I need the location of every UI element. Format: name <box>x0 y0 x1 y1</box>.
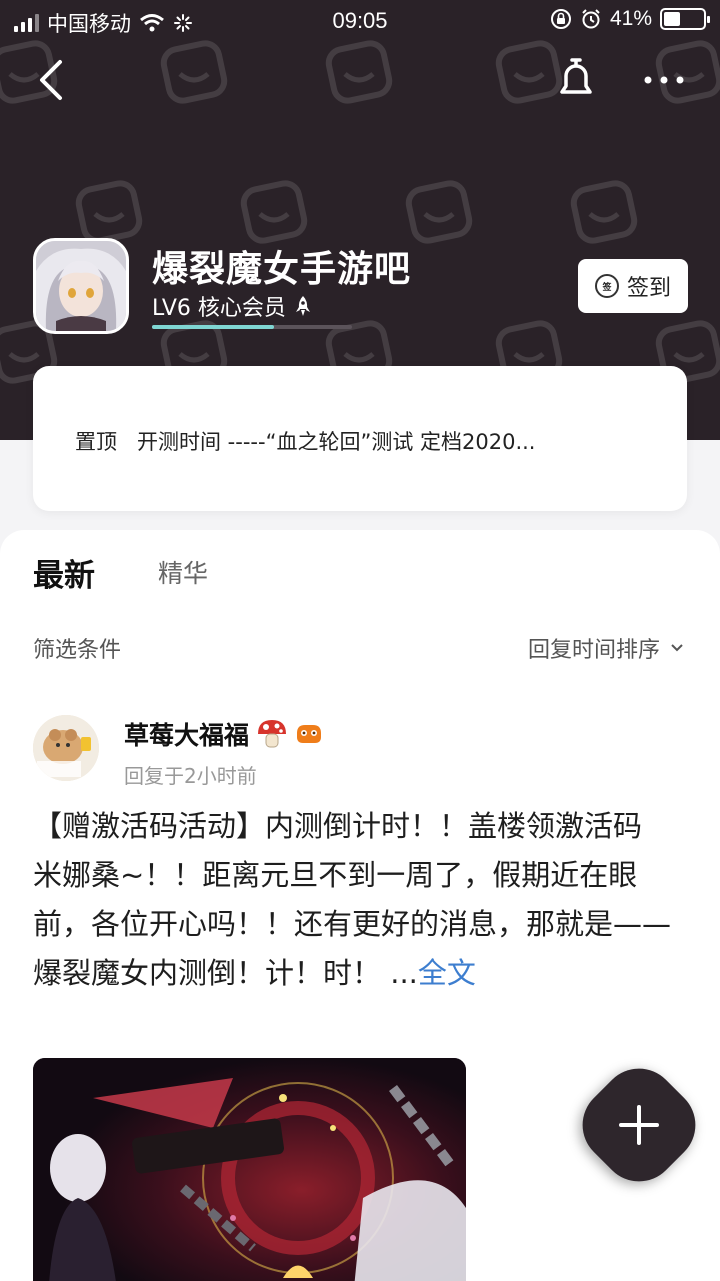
mushroom-badge-icon <box>258 720 287 748</box>
post-author-avatar[interactable] <box>33 715 99 781</box>
battery-percent: 41% <box>609 7 652 30</box>
post-image[interactable] <box>33 1058 466 1281</box>
member-level[interactable]: LV6 核心会员 <box>152 290 312 322</box>
sort-label: 回复时间排序 <box>527 638 660 663</box>
alarm-icon <box>582 9 600 29</box>
pattern-tile-icon <box>325 40 393 104</box>
pattern-tile-icon <box>405 180 473 244</box>
tab-latest[interactable]: 最新 <box>33 550 95 595</box>
forum-avatar-image <box>36 241 126 331</box>
author-avatar-image <box>33 715 99 781</box>
sort-dropdown[interactable]: 回复时间排序 <box>528 632 684 664</box>
post-author-name: 草莓大福福 <box>124 721 250 750</box>
filter-button[interactable]: 筛选条件 <box>33 632 121 664</box>
post-excerpt-ellipsis: ... <box>390 956 418 990</box>
pattern-tile-icon <box>160 40 228 104</box>
status-bar: 中国移动 09:05 41% <box>0 0 720 40</box>
pinned-post-card[interactable]: 置顶 开测时间 -----“血之轮回”测试 定档2020... <box>33 366 687 511</box>
post-title-line: 【赠激活码活动】内测倒计时！！盖楼领激活码 <box>33 809 643 843</box>
bell-icon[interactable] <box>552 54 600 106</box>
tab-featured[interactable]: 精华 <box>158 554 208 590</box>
chevron-down-icon <box>671 644 683 652</box>
pattern-tile-icon <box>570 180 638 244</box>
signin-label: 签到 <box>626 276 671 301</box>
forum-avatar[interactable] <box>33 238 129 334</box>
back-arrow-icon[interactable] <box>28 54 76 106</box>
battery-icon <box>660 8 710 30</box>
read-more-link[interactable]: 全文 <box>418 956 476 990</box>
post-image-artwork <box>33 1058 466 1281</box>
status-right: 41% <box>550 7 710 31</box>
pinned-title: 开测时间 -----“血之轮回”测试 定档2020... <box>137 430 536 454</box>
level-progress-bar <box>152 325 352 329</box>
signin-icon: 签 <box>594 274 619 298</box>
plus-icon <box>619 1105 659 1145</box>
post-excerpt-text: 米娜桑~！！距离元旦不到一周了，假期近在眼前，各位开心吗！！还有更好的消息，那就… <box>33 858 672 990</box>
more-icon[interactable] <box>640 60 688 100</box>
rocket-icon <box>295 296 310 316</box>
post-body[interactable]: 【赠激活码活动】内测倒计时！！盖楼领激活码 米娜桑~！！距离元旦不到一周了，假期… <box>33 802 693 998</box>
pinned-tag: 置顶 <box>75 430 117 454</box>
add-post-button-glyph[interactable] <box>588 1074 690 1176</box>
member-level-label: LV6 核心会员 <box>152 296 286 321</box>
pinned-post-row: 置顶 开测时间 -----“血之轮回”测试 定档2020... <box>75 426 535 456</box>
post-excerpt: 米娜桑~！！距离元旦不到一周了，假期近在眼前，各位开心吗！！还有更好的消息，那就… <box>33 851 693 998</box>
orientation-lock-icon <box>550 9 571 29</box>
post-time: 回复于2小时前 <box>124 764 257 788</box>
post-author[interactable]: 草莓大福福 <box>124 716 323 752</box>
signin-button[interactable]: 签 签到 <box>578 259 688 313</box>
game-badge-icon <box>297 725 322 743</box>
forum-name: 爆裂魔女手游吧 <box>152 249 412 290</box>
